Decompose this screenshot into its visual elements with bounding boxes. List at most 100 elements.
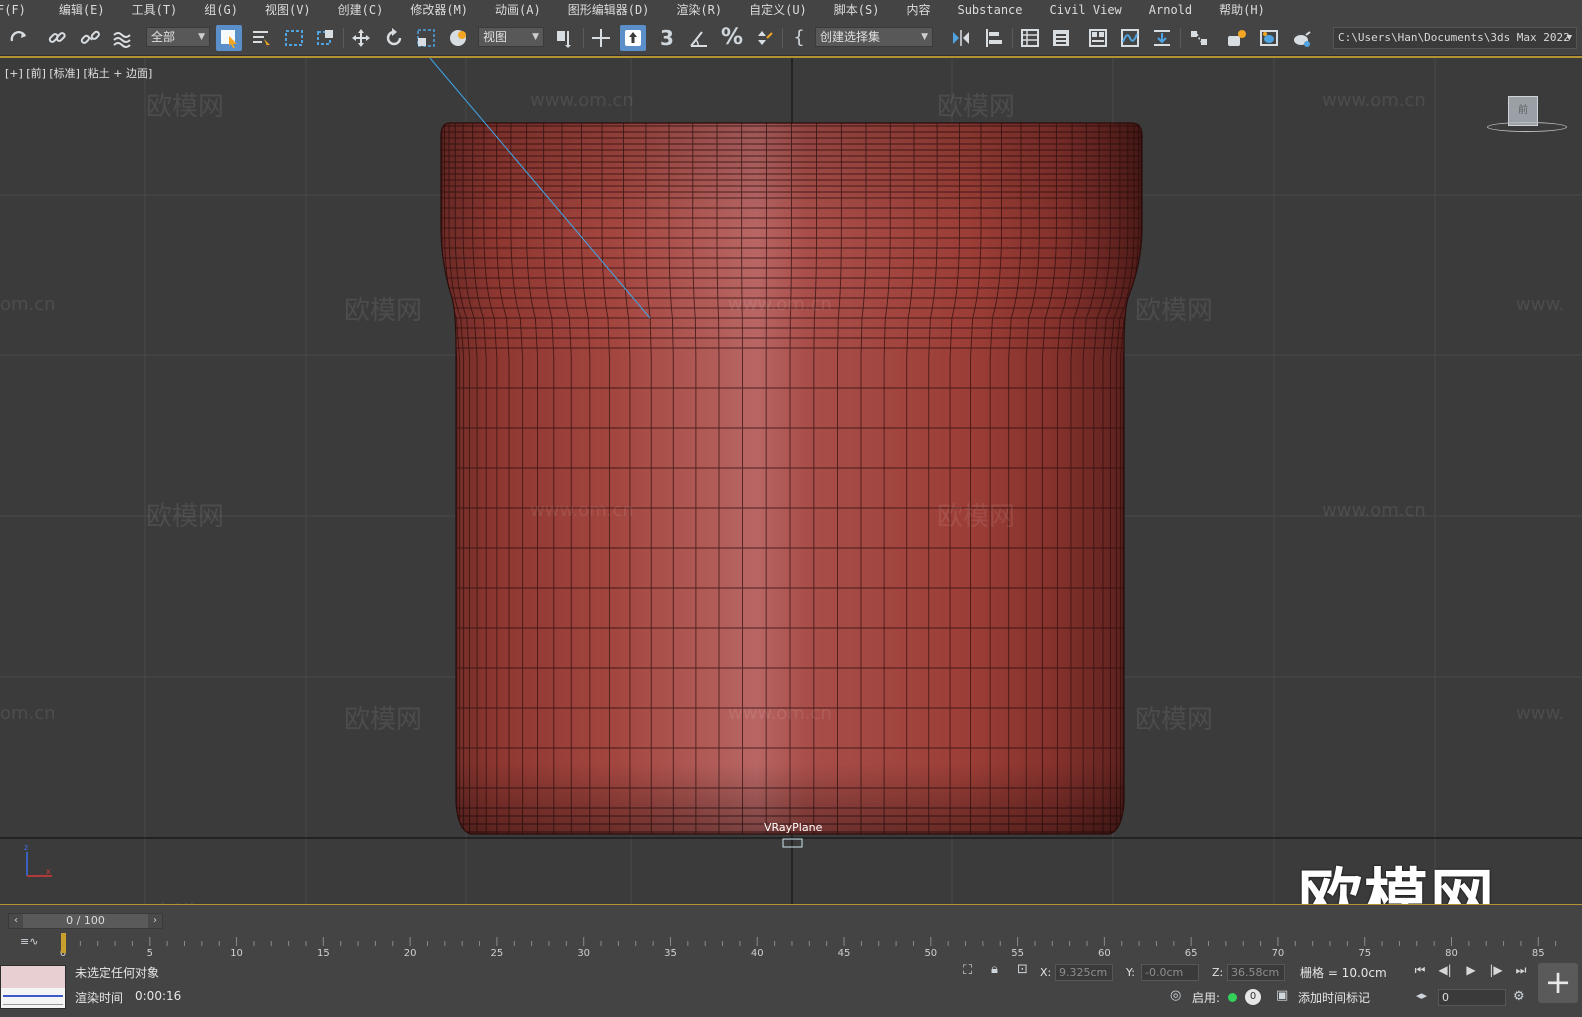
menu-edit[interactable]: 编辑(E) bbox=[59, 0, 105, 20]
viewport-label-menu[interactable]: [+] [前] [标准] [粘土 + 边面] bbox=[5, 65, 152, 81]
menu-rendering[interactable]: 渲染(R) bbox=[676, 0, 722, 20]
menu-arnold[interactable]: Arnold bbox=[1149, 0, 1192, 20]
ribbon-icon[interactable] bbox=[1085, 25, 1111, 51]
unlink-icon[interactable] bbox=[77, 25, 103, 51]
previous-frame-icon[interactable]: ◀| bbox=[1436, 963, 1454, 977]
menu-content[interactable]: 内容 bbox=[906, 0, 930, 20]
key-mode-icon[interactable]: ◂▸ bbox=[1416, 989, 1427, 1002]
time-tag-icon[interactable]: ▣ bbox=[1276, 988, 1288, 1003]
render-setup-icon[interactable] bbox=[1223, 25, 1249, 51]
watermark: 欧模网 bbox=[344, 296, 423, 326]
window-crossing-icon[interactable] bbox=[313, 25, 339, 51]
reference-coordinate-dropdown[interactable]: 视图 ▼ bbox=[478, 27, 544, 47]
move-icon[interactable] bbox=[348, 25, 374, 51]
edit-named-sets-icon[interactable]: { bbox=[786, 25, 812, 51]
menu-scripting[interactable]: 脚本(S) bbox=[834, 0, 880, 20]
keyboard-shortcut-override-button[interactable] bbox=[620, 25, 646, 51]
scale-icon[interactable] bbox=[413, 25, 439, 51]
reference-coordinate-value: 视图 bbox=[483, 30, 508, 44]
clay-cylinder-model[interactable] bbox=[430, 118, 1150, 848]
menu-animation[interactable]: 动画(A) bbox=[495, 0, 541, 20]
menu-help[interactable]: 帮助(H) bbox=[1219, 0, 1265, 20]
watermark: 欧模网 bbox=[146, 92, 225, 122]
current-frame-marker[interactable] bbox=[61, 933, 66, 953]
toolbar-separator bbox=[1180, 28, 1181, 48]
mirror-icon[interactable] bbox=[948, 25, 974, 51]
adaptive-degradation-icon[interactable]: ◎ bbox=[1170, 988, 1181, 1003]
menu-substance[interactable]: Substance bbox=[957, 0, 1022, 20]
select-by-name-icon[interactable] bbox=[248, 25, 274, 51]
time-config-icon[interactable]: ⚙ bbox=[1513, 989, 1525, 1004]
select-object-button[interactable] bbox=[216, 25, 242, 51]
watermark-url: www.om.cn bbox=[728, 703, 832, 724]
listener-input[interactable] bbox=[1, 966, 65, 988]
menu-tools[interactable]: 工具(T) bbox=[132, 0, 178, 20]
viewcube-compass-ring[interactable] bbox=[1487, 122, 1567, 132]
named-selection-dropdown[interactable]: 创建选择集 ▼ bbox=[815, 27, 933, 47]
curve-editor-icon[interactable] bbox=[1117, 25, 1143, 51]
scene-explorer-icon[interactable] bbox=[1017, 25, 1043, 51]
menu-civil-view[interactable]: Civil View bbox=[1050, 0, 1122, 20]
selection-filter-value: 全部 bbox=[151, 30, 176, 44]
placement-icon[interactable] bbox=[445, 25, 471, 51]
next-frame-icon[interactable]: |▶ bbox=[1487, 963, 1505, 977]
schematic-icon[interactable] bbox=[1149, 25, 1175, 51]
time-slider[interactable]: ‹ 0 / 100 › bbox=[8, 913, 163, 929]
absolute-mode-icon[interactable]: ⊡ bbox=[1017, 962, 1028, 977]
current-frame-field[interactable]: 0 bbox=[1438, 989, 1506, 1006]
mini-curve-editor-icon[interactable]: ≡∿ bbox=[20, 935, 38, 948]
render-time-value: 0:00:16 bbox=[135, 989, 182, 1003]
listener-line bbox=[3, 1004, 63, 1005]
menu-customize[interactable]: 自定义(U) bbox=[749, 0, 807, 20]
watermark-url: om.cn bbox=[0, 294, 56, 315]
rect-select-icon[interactable] bbox=[281, 25, 307, 51]
project-path-dropdown[interactable]: C:\Users\Han\Documents\3ds Max 2022 ▼ bbox=[1333, 27, 1577, 49]
watermark: 欧模网 bbox=[146, 502, 225, 532]
next-frame-chevron-right-icon[interactable]: › bbox=[148, 914, 162, 928]
align-icon[interactable] bbox=[981, 25, 1007, 51]
z-coord-label: Z: bbox=[1212, 966, 1224, 979]
selection-lock-icon[interactable]: 🔒︎ bbox=[991, 962, 998, 977]
create-plus-icon[interactable]: + bbox=[1538, 963, 1578, 1003]
pivot-icon[interactable] bbox=[551, 25, 577, 51]
y-coord-field[interactable]: -0.0cm bbox=[1141, 964, 1199, 981]
watermark-url: www.om.cn bbox=[728, 294, 832, 315]
menu-graph-editors[interactable]: 图形编辑器(D) bbox=[568, 0, 650, 20]
redo-icon[interactable] bbox=[6, 25, 32, 51]
add-time-tag-button[interactable]: 添加时间标记 bbox=[1298, 989, 1370, 1006]
toolbar-separator bbox=[343, 28, 344, 48]
menu-file[interactable]: F(F) bbox=[0, 0, 26, 20]
keyboard-shortcut-icon bbox=[625, 30, 641, 46]
menu-group[interactable]: 组(G) bbox=[204, 0, 238, 20]
angle-snap-icon[interactable] bbox=[686, 25, 712, 51]
enable-count-badge[interactable]: 0 bbox=[1245, 989, 1261, 1005]
render-frame-icon[interactable] bbox=[1256, 25, 1282, 51]
watermark: 欧模网 bbox=[937, 502, 1016, 532]
menu-create[interactable]: 创建(C) bbox=[338, 0, 384, 20]
toolbar-separator bbox=[1012, 28, 1013, 48]
snap-toggle-icon[interactable]: 3 bbox=[654, 25, 680, 51]
menu-modifiers[interactable]: 修改器(M) bbox=[410, 0, 468, 20]
selection-filter-dropdown[interactable]: 全部 ▼ bbox=[146, 27, 210, 47]
spinner-snap-icon[interactable] bbox=[751, 25, 777, 51]
render-icon[interactable] bbox=[1288, 25, 1314, 51]
x-coord-field[interactable]: 9.325cm bbox=[1055, 964, 1113, 981]
select-manipulate-icon[interactable] bbox=[588, 25, 614, 51]
z-coord-field[interactable]: 36.58cm bbox=[1227, 964, 1285, 981]
select-icon bbox=[221, 30, 237, 48]
material-editor-icon[interactable] bbox=[1186, 25, 1212, 51]
rotate-icon[interactable] bbox=[381, 25, 407, 51]
isolate-selection-icon[interactable]: ⛶ bbox=[963, 963, 972, 978]
layer-explorer-icon[interactable] bbox=[1048, 25, 1074, 51]
play-icon[interactable]: ▶ bbox=[1462, 963, 1480, 977]
front-viewport[interactable]: z x 欧模网 www.om.cn 欧模网 www.om.cn om.cn 欧模… bbox=[0, 58, 1582, 904]
menu-views[interactable]: 视图(V) bbox=[265, 0, 311, 20]
timeline-track[interactable]: 0510152025303540455055606570758085 bbox=[60, 931, 1570, 957]
link-icon[interactable] bbox=[44, 25, 70, 51]
maxscript-mini-listener[interactable] bbox=[0, 965, 66, 1009]
go-to-end-icon[interactable]: ⏭ bbox=[1512, 963, 1530, 978]
percent-snap-icon[interactable]: % bbox=[719, 25, 745, 51]
bind-space-warp-icon[interactable] bbox=[109, 25, 135, 51]
go-to-start-icon[interactable]: ⏮ bbox=[1411, 963, 1429, 978]
current-frame-value: 0 bbox=[1442, 991, 1449, 1004]
